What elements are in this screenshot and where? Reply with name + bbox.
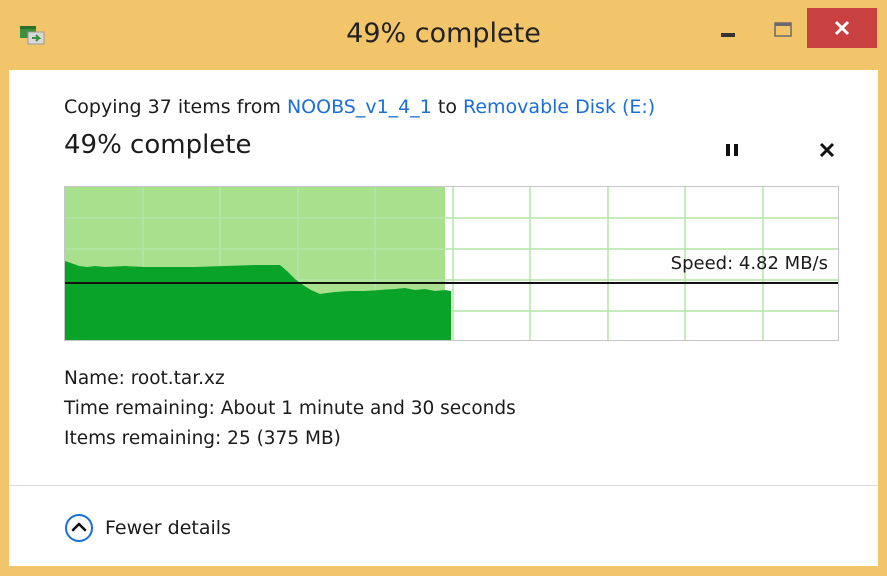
name-value: root.tar.xz <box>130 368 225 389</box>
transfer-speed-graph: Speed: 4.82 MB/s <box>64 186 839 341</box>
cancel-button[interactable] <box>815 138 839 162</box>
pause-button[interactable] <box>721 138 743 162</box>
items-remaining-value: 25 (375 MB) <box>227 428 341 449</box>
chevron-up-icon <box>65 514 93 542</box>
maximize-button[interactable] <box>760 10 806 50</box>
time-remaining-row: Time remaining: About 1 minute and 30 se… <box>64 394 516 424</box>
destination-link[interactable]: Removable Disk (E:) <box>463 96 655 118</box>
copying-summary: Copying 37 items from NOOBS_v1_4_1 to Re… <box>64 96 655 118</box>
source-link[interactable]: NOOBS_v1_4_1 <box>287 96 432 118</box>
copy-dialog-window: 49% complete Copying 37 items from NOOBS… <box>0 0 887 576</box>
name-row: Name: root.tar.xz <box>64 364 516 394</box>
minimize-button[interactable] <box>705 10 753 50</box>
items-remaining-row: Items remaining: 25 (375 MB) <box>64 424 516 454</box>
speed-readout: Speed: 4.82 MB/s <box>670 253 828 274</box>
footer-divider <box>9 485 878 486</box>
percent-complete: 49% complete <box>64 130 252 160</box>
close-icon <box>834 20 850 36</box>
time-remaining-value: About 1 minute and 30 seconds <box>220 398 516 419</box>
fewer-details-button[interactable]: Fewer details <box>64 513 231 543</box>
window-title: 49% complete <box>346 18 541 49</box>
maximize-icon <box>774 22 792 37</box>
close-button[interactable] <box>807 8 877 48</box>
cancel-icon <box>819 142 835 158</box>
items-remaining-label: Items remaining: <box>64 428 222 449</box>
time-remaining-label: Time remaining: <box>64 398 215 419</box>
minimize-icon <box>721 33 735 37</box>
details-section: Name: root.tar.xz Time remaining: About … <box>64 364 516 454</box>
name-label: Name: <box>64 368 125 389</box>
dialog-content: Copying 37 items from NOOBS_v1_4_1 to Re… <box>9 70 878 566</box>
pause-icon <box>726 144 738 156</box>
copying-middle: to <box>431 96 464 118</box>
fewer-details-label: Fewer details <box>105 517 231 539</box>
title-bar[interactable]: 49% complete <box>0 0 887 70</box>
copying-prefix: Copying 37 items from <box>64 96 287 118</box>
